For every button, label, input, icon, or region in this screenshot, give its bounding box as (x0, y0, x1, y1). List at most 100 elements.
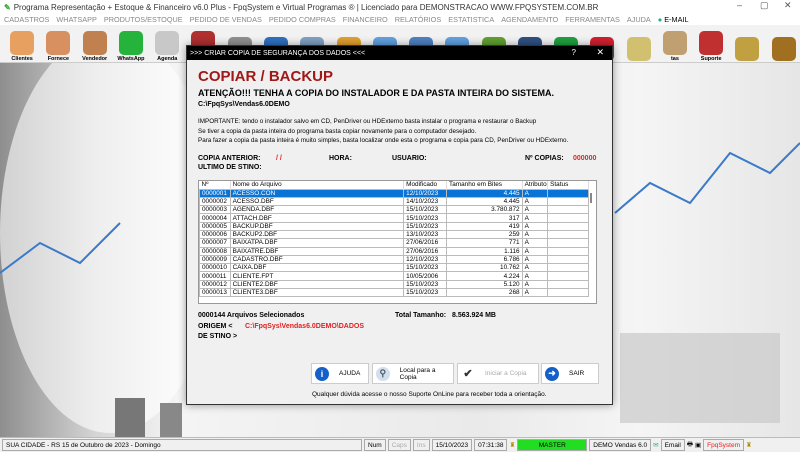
table-row[interactable]: 0000001 ACESSO.CON 12/10/2023 4.445 A (199, 188, 589, 198)
destino-label: DE STINO > (198, 333, 238, 340)
table-row[interactable]: 0000003 AGENDA.DBF 15/10/2023 3.780.872 A (199, 205, 589, 215)
table-cell: 259 (446, 229, 523, 240)
toolbar-icon (155, 30, 180, 55)
table-cell: 14/10/2023 (403, 196, 448, 207)
column-header[interactable]: Tamanho em Bites (446, 181, 523, 189)
iniciar-copia-button[interactable]: ✔ Iniciar a Copia (457, 363, 539, 384)
column-header[interactable]: Nome do Arquivo (230, 181, 405, 189)
table-cell: 0000010 (199, 263, 231, 273)
dialog-title-bar: >>> CRIAR COPIA DE SEGURANÇA DOS DADOS <… (187, 46, 612, 60)
menu-agendamento[interactable]: AGENDAMENTO (501, 15, 558, 24)
footer-text: Qualquer dúvida acesse o nosso Suporte O… (312, 391, 547, 398)
menu-relatrios[interactable]: RELATÓRIOS (395, 15, 442, 24)
toolbar-button-suporte[interactable]: Suporte (695, 26, 727, 62)
status-email[interactable]: Email (660, 439, 685, 451)
column-header[interactable]: Status (547, 181, 589, 189)
table-cell: 4.445 (446, 196, 523, 207)
table-row[interactable]: 0000004 ATTACH.DBF 15/10/2023 317 A (199, 213, 589, 223)
menu-pedidocompras[interactable]: PEDIDO COMPRAS (269, 15, 336, 24)
column-header[interactable]: Nº (199, 181, 231, 189)
toolbar-label: tas (670, 55, 679, 62)
menu-cadastros[interactable]: CADASTROS (4, 15, 49, 24)
menu-email[interactable]: ● E-MAIL (658, 15, 689, 24)
menu-whatsapp[interactable]: WHATSAPP (56, 15, 96, 24)
help-button[interactable]: ? (572, 48, 576, 57)
column-header[interactable]: Modificado (403, 181, 448, 189)
table-cell (547, 213, 589, 223)
local-copia-button[interactable]: ⚲ Local para a Copia (372, 363, 454, 384)
app-logo-icon: ✎ (4, 2, 11, 12)
selected-count: 0000144 Arquivos Selecionados (198, 312, 305, 319)
table-cell: 0000003 (199, 205, 231, 215)
toolbar-label: Suporte (700, 55, 722, 62)
table-cell (547, 279, 589, 290)
dialog-close-button[interactable]: ✕ (596, 47, 604, 58)
backup-dialog: >>> CRIAR COPIA DE SEGURANÇA DOS DADOS <… (186, 45, 613, 405)
close-button[interactable]: ✕ (784, 0, 792, 11)
menu-estatistica[interactable]: ESTATISTICA (448, 15, 494, 24)
table-row[interactable]: 0000002 ACESSO.DBF 14/10/2023 4.445 A (199, 196, 589, 207)
toolbar-icon (626, 36, 651, 61)
table-row[interactable]: 0000006 BACKUP2.DBF 13/10/2023 259 A (199, 229, 589, 240)
table-cell: 1.116 (446, 246, 523, 256)
status-user: MASTER (517, 439, 588, 451)
table-cell: 15/10/2023 (403, 221, 448, 232)
table-cell: A (521, 188, 549, 198)
menu-pedidodevendas[interactable]: PEDIDO DE VENDAS (190, 15, 262, 24)
table-row[interactable]: 0000011 CLIENTE.FPT 10/05/2006 4.224 A (199, 271, 589, 281)
table-cell: 10/05/2006 (403, 271, 448, 281)
toolbar-button-20[interactable] (731, 26, 763, 62)
table-row[interactable]: 0000005 BACKUP.DBF 15/10/2023 419 A (199, 221, 589, 232)
table-cell (547, 221, 589, 232)
toolbar-button-17[interactable] (623, 26, 655, 62)
table-row[interactable]: 0000013 CLIENTE3.DBF 15/10/2023 268 A (199, 288, 589, 298)
menu-ferramentas[interactable]: FERRAMENTAS (565, 15, 620, 24)
ajuda-button[interactable]: i AJUDA (311, 363, 369, 384)
table-cell: 12/10/2023 (403, 188, 448, 198)
toolbar-button-whatsapp[interactable]: WhatsApp (115, 26, 147, 62)
toolbar-button-clientes[interactable]: Clientes (6, 26, 38, 62)
menu-ajuda[interactable]: AJUDA (627, 15, 651, 24)
total-label: Total Tamanho: (395, 312, 447, 319)
iniciar-label: Iniciar a Copia (485, 370, 527, 377)
files-table[interactable]: Nº Nome do Arquivo Modificado Tamanho em Bi… (198, 180, 597, 304)
table-row[interactable]: 0000009 CADASTRO.DBF 12/10/2023 6.786 A (199, 254, 589, 265)
sair-button[interactable]: ➜ SAIR (541, 363, 599, 384)
table-cell: BACKUP2.DBF (229, 229, 405, 240)
table-cell: 0000004 (199, 213, 231, 223)
table-cell: A (521, 205, 549, 215)
table-cell: 268 (446, 288, 523, 298)
table-cell: A (521, 279, 549, 290)
table-cell (547, 196, 589, 207)
toolbar-button-tas[interactable]: tas (659, 26, 691, 62)
maximize-button[interactable]: ▢ (760, 0, 769, 11)
menu-produtosestoque[interactable]: PRODUTOS/ESTOQUE (104, 15, 183, 24)
toolbar-icon (118, 30, 143, 55)
copia-anterior-label: COPIA ANTERIOR: (198, 155, 261, 162)
toolbar-button-vendedor[interactable]: Vendedor (79, 26, 111, 62)
table-cell: A (521, 213, 549, 223)
table-row[interactable]: 0000012 CLIENTE2.DBF 15/10/2023 5.120 A (199, 279, 589, 290)
printer-icon[interactable]: 🖶 (687, 440, 693, 451)
system-path: C:\FpqSys\Vendas6.0DEMO (198, 101, 290, 108)
toolbar-button-21[interactable] (768, 26, 800, 62)
table-row[interactable]: 0000008 BAIXATRE.DBF 27/06/2016 1.116 A (199, 246, 589, 256)
table-cell: A (521, 263, 549, 273)
column-header[interactable]: Atributo (522, 181, 549, 189)
table-cell: 0000006 (199, 229, 231, 240)
table-cell: A (521, 196, 549, 207)
table-cell (547, 205, 589, 215)
table-cell: 13/10/2023 (403, 229, 448, 240)
table-cell: 15/10/2023 (403, 205, 448, 215)
minimize-button[interactable]: – (737, 0, 742, 10)
monitor-icon[interactable]: ▣ (695, 441, 701, 449)
table-row[interactable]: 0000010 CAIXA.DBF 15/10/2023 10.762 A (199, 263, 589, 273)
search-icon: ⚲ (376, 366, 390, 381)
table-cell: A (521, 288, 549, 298)
menu-financeiro[interactable]: FINANCEIRO (343, 15, 388, 24)
toolbar-button-agenda[interactable]: Agenda (151, 26, 183, 62)
scrollbar[interactable] (590, 193, 592, 203)
toolbar-button-fornece[interactable]: Fornece (42, 26, 74, 62)
table-row[interactable]: 0000007 BAIXATPA.DBF 27/06/2016 771 A (199, 238, 589, 248)
hora-label: HORA: (329, 155, 352, 162)
